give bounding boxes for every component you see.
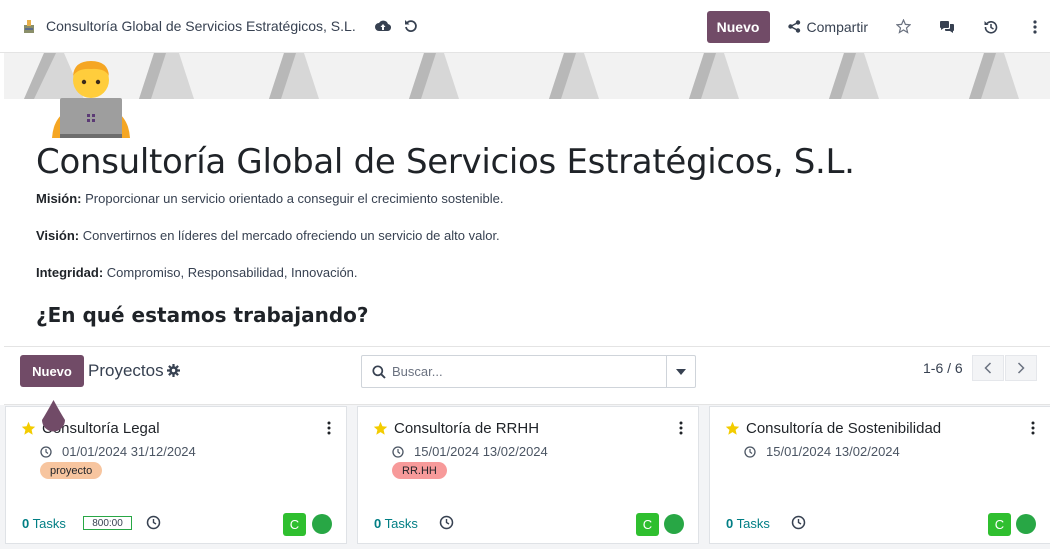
end-date: 13/02/2024 (482, 444, 548, 459)
article-icon (22, 18, 36, 34)
vision-label: Visión: (36, 228, 80, 243)
start-date: 15/01/2024 (414, 444, 480, 459)
clock-icon (40, 445, 52, 458)
cover-image (4, 53, 1050, 99)
status-indicator[interactable] (312, 514, 332, 534)
star-favorite-icon[interactable] (21, 421, 36, 436)
new-project-button[interactable]: Nuevo (20, 355, 84, 387)
pager-value[interactable]: 1-6 / 6 (923, 360, 963, 376)
vision-text: Convertirnos en líderes del mercado ofre… (79, 228, 500, 243)
top-bar: Consultoría Global de Servicios Estratég… (0, 0, 1050, 53)
comments-icon[interactable] (934, 14, 960, 40)
activity-clock-icon[interactable] (146, 515, 161, 530)
card-title-text: Consultoría de Sostenibilidad (746, 420, 942, 437)
chevron-left-icon (984, 362, 992, 374)
project-card[interactable]: Consultoría de RRHH 15/01/2024 13/02/202… (357, 406, 699, 544)
user-avatar[interactable]: C (988, 513, 1011, 536)
card-title: Consultoría de Sostenibilidad (725, 420, 941, 437)
share-icon (787, 20, 800, 33)
share-button[interactable]: Compartir (787, 18, 868, 35)
integrity-label: Integridad: (36, 265, 104, 280)
allocated-hours-badge: 800:00 (83, 516, 132, 530)
project-dates: 01/01/2024 31/12/2024 (40, 444, 196, 459)
integrity-text: Compromiso, Responsabilidad, Innovación. (103, 265, 358, 280)
tasks-label: Tasks (384, 516, 418, 531)
end-date: 13/02/2024 (834, 444, 900, 459)
user-avatar[interactable]: C (636, 513, 659, 536)
status-indicator[interactable] (1016, 514, 1036, 534)
view-title: Proyectos (88, 361, 164, 380)
start-date: 15/01/2024 (766, 444, 832, 459)
tasks-link[interactable]: 0 Tasks (726, 516, 770, 531)
start-date: 01/01/2024 (62, 444, 128, 459)
project-dates: 15/01/2024 13/02/2024 (744, 444, 900, 459)
search-input[interactable] (386, 356, 666, 387)
card-menu-icon[interactable] (678, 421, 684, 435)
integrity-line: Integridad: Compromiso, Responsabilidad,… (36, 265, 358, 280)
project-card[interactable]: Consultoría de Sostenibilidad 15/01/2024… (709, 406, 1050, 544)
search-bar (361, 355, 696, 388)
breadcrumb: Consultoría Global de Servicios Estratég… (0, 13, 424, 39)
star-favorite-icon[interactable] (373, 421, 388, 436)
clock-icon (744, 445, 756, 458)
vision-line: Visión: Convertirnos en líderes del merc… (36, 228, 500, 243)
card-menu-icon[interactable] (326, 421, 332, 435)
tag-badge: RR.HH (392, 462, 447, 479)
project-dates: 15/01/2024 13/02/2024 (392, 444, 548, 459)
breadcrumb-title[interactable]: Consultoría Global de Servicios Estratég… (46, 18, 356, 34)
card-title: Consultoría de RRHH (373, 420, 539, 437)
card-title-text: Consultoría de RRHH (394, 420, 540, 437)
tasks-count: 0 (22, 516, 30, 531)
star-icon[interactable] (890, 14, 916, 40)
tasks-label: Tasks (32, 516, 66, 531)
person-with-laptop-icon[interactable] (50, 58, 132, 138)
pager-previous[interactable] (972, 355, 1004, 381)
undo-icon[interactable] (398, 13, 424, 39)
drag-handle-icon[interactable] (40, 400, 67, 436)
tasks-label: Tasks (736, 516, 770, 531)
tasks-link[interactable]: 0 Tasks (22, 516, 66, 531)
caret-down-icon (676, 368, 686, 375)
star-favorite-icon[interactable] (725, 421, 740, 436)
search-dropdown-toggle[interactable] (666, 356, 695, 387)
mission-line: Misión: Proporcionar un servicio orienta… (36, 191, 504, 206)
article-title[interactable]: Consultoría Global de Servicios Estratég… (36, 142, 855, 182)
search-icon (372, 364, 386, 379)
section-heading: ¿En qué estamos trabajando? (36, 303, 369, 327)
tasks-count: 0 (726, 516, 734, 531)
share-label: Compartir (806, 18, 868, 35)
status-indicator[interactable] (664, 514, 684, 534)
history-icon[interactable] (978, 14, 1004, 40)
more-options-icon[interactable] (1022, 14, 1048, 40)
tasks-link[interactable]: 0 Tasks (374, 516, 418, 531)
mission-text: Proporcionar un servicio orientado a con… (81, 191, 504, 206)
pager-next[interactable] (1005, 355, 1037, 381)
clock-icon (392, 445, 404, 458)
new-article-button[interactable]: Nuevo (706, 10, 770, 43)
mission-label: Misión: (36, 191, 82, 206)
gear-icon[interactable] (167, 364, 180, 382)
cloud-upload-icon[interactable] (370, 13, 396, 39)
card-menu-icon[interactable] (1030, 421, 1036, 435)
activity-clock-icon[interactable] (439, 515, 454, 530)
end-date: 31/12/2024 (130, 444, 196, 459)
user-avatar[interactable]: C (283, 513, 306, 536)
tasks-count: 0 (374, 516, 382, 531)
tag-badge: proyecto (40, 462, 103, 479)
activity-clock-icon[interactable] (791, 515, 806, 530)
chevron-right-icon (1017, 362, 1025, 374)
